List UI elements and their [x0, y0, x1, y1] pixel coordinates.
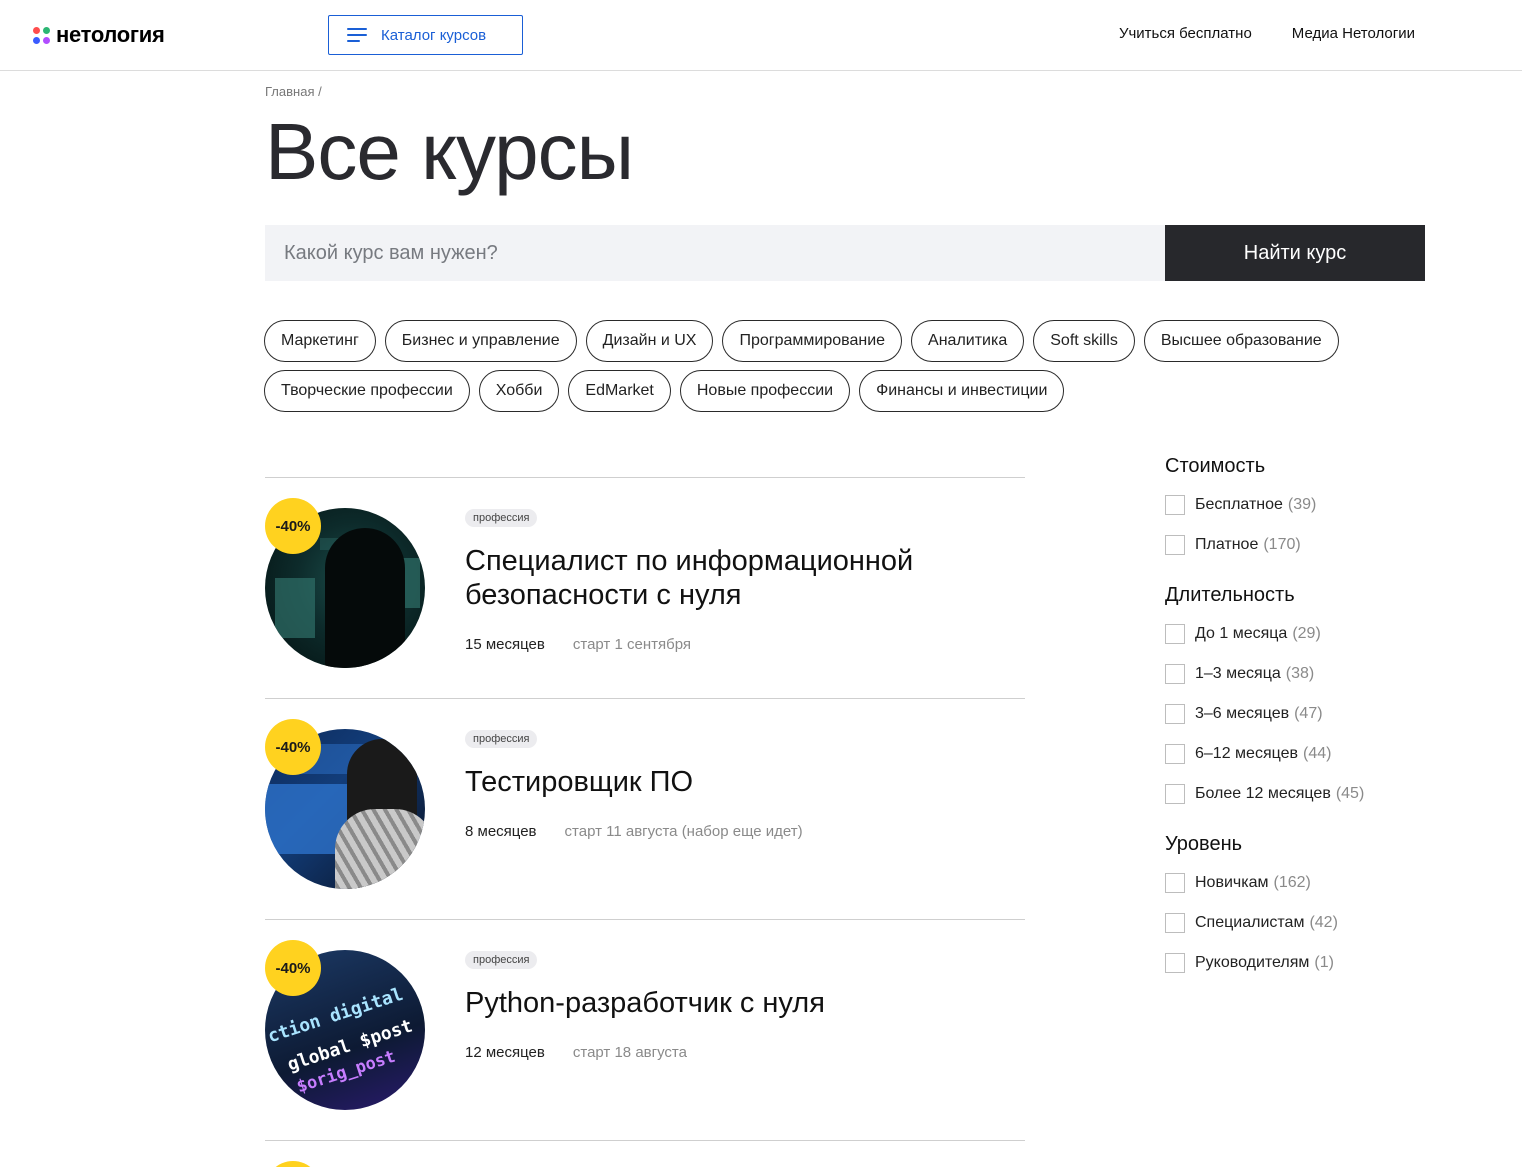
breadcrumb[interactable]: Главная / — [265, 84, 322, 99]
category-chip-business[interactable]: Бизнес и управление — [384, 320, 577, 362]
course-duration: 8 месяцев — [465, 823, 537, 840]
filter-option-label: 3–6 месяцев — [1195, 705, 1290, 722]
course-type-tag: профессия — [465, 509, 538, 527]
course-card[interactable]: -40% профессия Специалист по информацион… — [265, 477, 1025, 698]
filter-option-label: До 1 месяца — [1195, 625, 1288, 642]
checkbox[interactable] — [1165, 664, 1185, 684]
category-chip-design[interactable]: Дизайн и UX — [585, 320, 714, 362]
course-start: старт 18 августа — [572, 1044, 687, 1061]
course-meta: 15 месяцев старт 1 сентября — [465, 636, 691, 653]
category-chip-creative[interactable]: Творческие профессии — [264, 370, 470, 412]
filter-option-3-6-months[interactable]: 3–6 месяцев (47) — [1165, 704, 1425, 724]
filter-option-count: (47) — [1294, 705, 1323, 722]
filter-option-up-to-1-month[interactable]: До 1 месяца (29) — [1165, 624, 1425, 644]
filter-option-paid[interactable]: Платное (170) — [1165, 535, 1425, 555]
course-meta: 12 месяцев старт 18 августа — [465, 1044, 687, 1061]
course-duration: 12 месяцев — [465, 1044, 545, 1061]
nav-link-learn-free[interactable]: Учиться бесплатно — [1119, 25, 1252, 42]
course-title[interactable]: Python-разработчик с нуля — [465, 986, 1025, 1020]
logo[interactable]: нетология — [33, 22, 165, 48]
filter-option-count: (1) — [1314, 954, 1334, 971]
filter-title: Длительность — [1165, 584, 1295, 606]
course-type-tag: профессия — [465, 730, 538, 748]
course-list: -40% профессия Специалист по информацион… — [265, 477, 1025, 1140]
filter-option-label: Платное — [1195, 536, 1259, 553]
filter-option-count: (39) — [1287, 496, 1317, 513]
filter-option-count: (44) — [1302, 745, 1332, 762]
filter-option-count: (42) — [1309, 914, 1338, 931]
filter-option-label: 6–12 месяцев — [1195, 745, 1298, 762]
logo-text: нетология — [56, 22, 165, 47]
course-type-tag: профессия — [465, 951, 538, 969]
category-chips: Маркетинг Бизнес и управление Дизайн и U… — [264, 320, 1444, 412]
search-input[interactable] — [265, 225, 1165, 281]
course-start: старт 11 августа (набор еще идет) — [564, 823, 803, 840]
catalog-button-label: Каталог курсов — [381, 26, 487, 44]
checkbox[interactable] — [1165, 913, 1185, 933]
filter-group-price: Стоимость Бесплатное (39) Платное (170) — [1165, 455, 1425, 555]
checkbox[interactable] — [1165, 495, 1185, 515]
filter-option-label: Новичкам — [1195, 874, 1269, 891]
course-card[interactable]: ction digital global $post $orig_post -4… — [265, 919, 1025, 1140]
filter-option-count: (38) — [1285, 665, 1315, 682]
filter-option-specialists[interactable]: Специалистам (42) — [1165, 913, 1425, 933]
filter-group-level: Уровень Новичкам (162) Специалистам (42)… — [1165, 833, 1425, 973]
category-chip-soft-skills[interactable]: Soft skills — [1033, 320, 1135, 362]
filter-title: Уровень — [1165, 833, 1243, 855]
checkbox[interactable] — [1165, 784, 1185, 804]
filter-option-count: (162) — [1273, 874, 1311, 891]
category-chip-finance[interactable]: Финансы и инвестиции — [859, 370, 1065, 412]
filter-option-over-12-months[interactable]: Более 12 месяцев (45) — [1165, 784, 1425, 804]
discount-badge: -40% — [265, 940, 321, 996]
category-chip-higher-education[interactable]: Высшее образование — [1143, 320, 1339, 362]
menu-icon — [347, 28, 367, 42]
filter-option-count: (45) — [1335, 785, 1365, 802]
filter-option-label: Специалистам — [1195, 914, 1305, 931]
category-chip-programming[interactable]: Программирование — [722, 320, 903, 362]
filter-title: Стоимость — [1165, 455, 1266, 477]
filter-option-free[interactable]: Бесплатное (39) — [1165, 495, 1425, 515]
category-chip-hobby[interactable]: Хобби — [478, 370, 560, 412]
filter-option-label: Руководителям — [1195, 954, 1310, 971]
course-card[interactable]: -40% профессия Тестировщик ПО 8 месяцев … — [265, 698, 1025, 919]
search-button[interactable]: Найти курс — [1165, 225, 1425, 281]
filter-option-count: (29) — [1292, 625, 1321, 642]
discount-badge: -40% — [265, 719, 321, 775]
checkbox[interactable] — [1165, 744, 1185, 764]
top-nav: Учиться бесплатно Медиа Нетологии — [1119, 25, 1415, 42]
filter-option-managers[interactable]: Руководителям (1) — [1165, 953, 1425, 973]
category-chip-edmarket[interactable]: EdMarket — [568, 370, 671, 412]
filter-group-duration: Длительность До 1 месяца (29) 1–3 месяца… — [1165, 584, 1425, 804]
course-title[interactable]: Тестировщик ПО — [465, 765, 1025, 799]
course-start: старт 1 сентября — [572, 636, 691, 653]
filters-sidebar: Стоимость Бесплатное (39) Платное (170) … — [1165, 455, 1425, 1002]
catalog-button[interactable]: Каталог курсов — [328, 15, 523, 55]
checkbox[interactable] — [1165, 953, 1185, 973]
category-chip-marketing[interactable]: Маркетинг — [264, 320, 376, 362]
nav-link-media[interactable]: Медиа Нетологии — [1292, 25, 1415, 42]
search-bar: Найти курс — [265, 225, 1425, 281]
filter-option-1-3-months[interactable]: 1–3 месяца (38) — [1165, 664, 1425, 684]
checkbox[interactable] — [1165, 704, 1185, 724]
filter-option-label: Более 12 месяцев — [1195, 785, 1331, 802]
site-header: нетология Каталог курсов Учиться бесплат… — [0, 0, 1522, 71]
filter-option-count: (170) — [1263, 536, 1301, 553]
filter-option-label: 1–3 месяца — [1195, 665, 1281, 682]
category-chip-new-professions[interactable]: Новые профессии — [679, 370, 851, 412]
course-duration: 15 месяцев — [465, 636, 545, 653]
checkbox[interactable] — [1165, 624, 1185, 644]
course-meta: 8 месяцев старт 11 августа (набор еще ид… — [465, 823, 803, 840]
divider — [265, 1140, 1025, 1141]
page-title: Все курсы — [265, 107, 634, 196]
discount-badge: -40% — [265, 498, 321, 554]
checkbox[interactable] — [1165, 873, 1185, 893]
logo-icon — [33, 26, 50, 44]
checkbox[interactable] — [1165, 535, 1185, 555]
category-chip-analytics[interactable]: Аналитика — [911, 320, 1025, 362]
discount-badge — [265, 1161, 321, 1167]
filter-option-label: Бесплатное — [1195, 496, 1283, 513]
filter-option-beginners[interactable]: Новичкам (162) — [1165, 873, 1425, 893]
course-title[interactable]: Специалист по информационной безопасност… — [465, 544, 1025, 612]
filter-option-6-12-months[interactable]: 6–12 месяцев (44) — [1165, 744, 1425, 764]
